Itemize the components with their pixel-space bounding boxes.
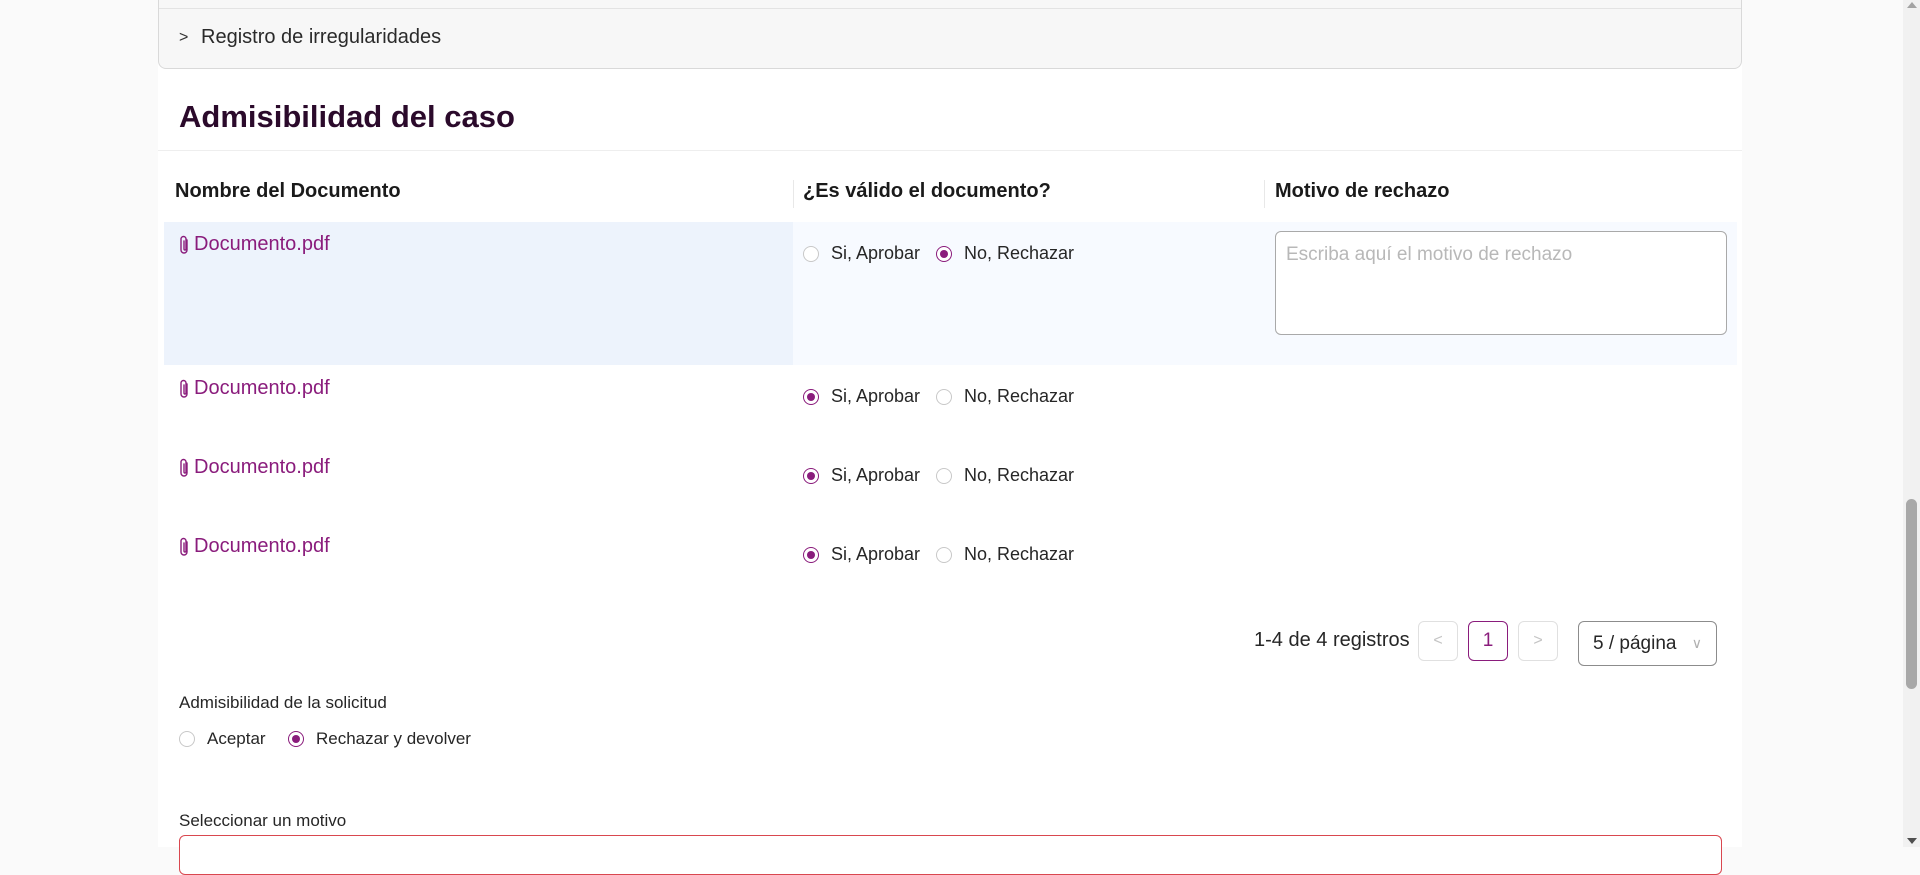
pagination-total: 1-4 de 4 registros [1254, 629, 1410, 651]
section-header: Admisibilidad del caso [158, 69, 1742, 151]
scroll-up-icon[interactable] [1907, 2, 1917, 8]
approve-label: Si, Aprobar [831, 465, 921, 485]
scrollbar-thumb[interactable] [1906, 499, 1917, 689]
document-link[interactable]: Documento.pdf [177, 456, 330, 479]
irregularities-collapse-header[interactable]: > Registro de irregularidades [179, 26, 441, 49]
reject-label: No, Rechazar [964, 544, 1075, 564]
document-name: Documento.pdf [194, 535, 330, 557]
paperclip-icon [180, 537, 188, 556]
page-number-button[interactable]: 1 [1468, 621, 1508, 661]
prev-page-button[interactable]: < [1418, 621, 1458, 661]
accept-label: Aceptar [207, 729, 266, 748]
document-name: Documento.pdf [194, 456, 330, 478]
reject-label: No, Rechazar [964, 243, 1075, 263]
radio-dot [288, 731, 304, 747]
radio-dot [803, 546, 819, 563]
chevron-down-icon: ∨ [1691, 635, 1702, 651]
column-header-validity: ¿Es válido el documento? [803, 180, 1051, 202]
column-header-document: Nombre del Documento [175, 180, 401, 202]
reject-label: No, Rechazar [964, 465, 1075, 485]
collapse-label: Registro de irregularidades [201, 26, 442, 48]
reject-return-label: Rechazar y devolver [316, 729, 471, 748]
document-link[interactable]: Documento.pdf [177, 535, 330, 558]
column-divider [793, 180, 794, 208]
document-name: Documento.pdf [194, 377, 330, 399]
chevron-right-icon: > [1533, 632, 1543, 649]
accept-radio[interactable]: Aceptar [179, 729, 266, 749]
irregularities-collapse: > Registro de irregularidades [158, 0, 1742, 69]
document-name: Documento.pdf [194, 233, 330, 255]
reject-radio[interactable]: No, Rechazar [936, 243, 1074, 264]
radio-dot [803, 245, 819, 262]
vertical-scrollbar[interactable] [1903, 0, 1920, 847]
rejection-reason-input[interactable] [1275, 231, 1727, 335]
paperclip-icon [180, 379, 188, 398]
approve-label: Si, Aprobar [831, 386, 921, 406]
admissibility-label: Admisibilidad de la solicitud [179, 693, 387, 712]
paperclip-icon [180, 458, 188, 477]
reject-return-radio[interactable]: Rechazar y devolver [288, 729, 471, 749]
radio-dot [936, 388, 952, 405]
scroll-down-icon[interactable] [1907, 838, 1917, 844]
document-link[interactable]: Documento.pdf [177, 377, 330, 400]
chevron-left-icon: < [1433, 632, 1443, 649]
approve-label: Si, Aprobar [831, 544, 921, 564]
approve-radio[interactable]: Si, Aprobar [803, 544, 920, 565]
motive-label: Seleccionar un motivo [179, 811, 347, 830]
radio-dot [179, 731, 195, 747]
column-header-reason: Motivo de rechazo [1275, 180, 1450, 202]
approve-radio[interactable]: Si, Aprobar [803, 386, 920, 407]
section-title: Admisibilidad del caso [179, 99, 515, 134]
reject-radio[interactable]: No, Rechazar [936, 386, 1074, 407]
reject-radio[interactable]: No, Rechazar [936, 465, 1074, 486]
next-page-button[interactable]: > [1518, 621, 1558, 661]
page-size-select[interactable]: 5 / página ∨ [1578, 621, 1717, 666]
chevron-right-icon: > [179, 28, 189, 46]
reject-radio[interactable]: No, Rechazar [936, 544, 1074, 565]
document-link[interactable]: Documento.pdf [177, 233, 330, 256]
radio-dot [936, 245, 952, 262]
motive-select[interactable] [179, 835, 1722, 875]
reject-label: No, Rechazar [964, 386, 1075, 406]
approve-label: Si, Aprobar [831, 243, 921, 263]
page-size-value: 5 / página [1593, 632, 1677, 654]
divider [159, 8, 1741, 9]
radio-dot [803, 467, 819, 484]
radio-dot [936, 546, 952, 563]
approve-radio[interactable]: Si, Aprobar [803, 465, 920, 486]
approve-radio[interactable]: Si, Aprobar [803, 243, 920, 264]
radio-dot [936, 467, 952, 484]
column-divider [1264, 180, 1265, 208]
paperclip-icon [180, 235, 188, 254]
radio-dot [803, 388, 819, 405]
